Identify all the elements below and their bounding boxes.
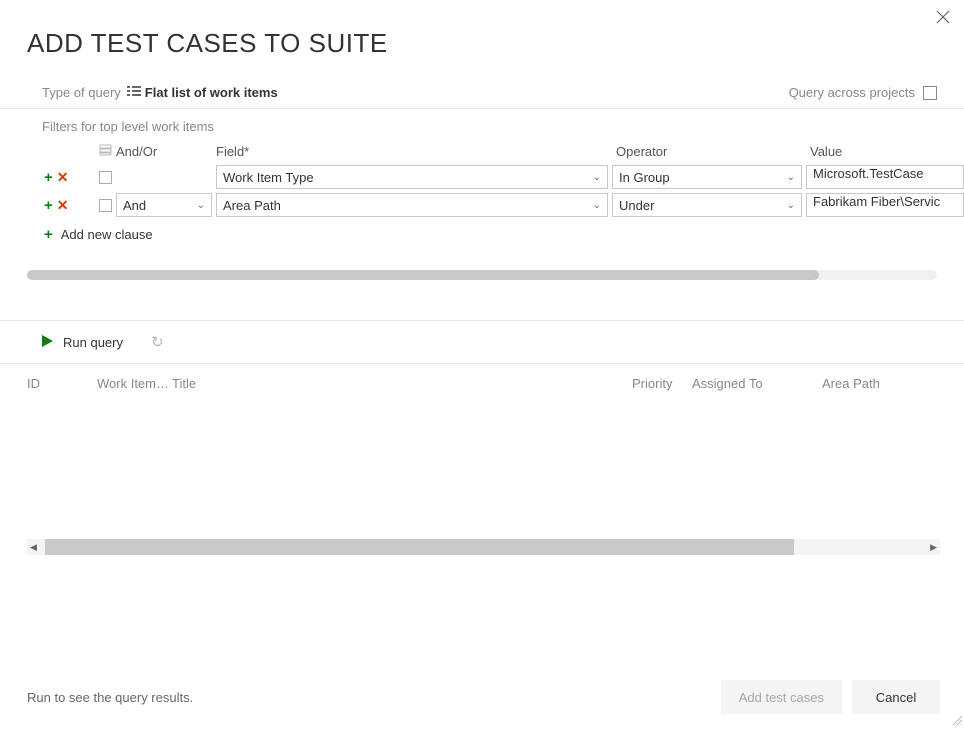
dialog-footer: Run to see the query results. Add test c…	[0, 668, 964, 726]
add-clause-icon[interactable]: +	[44, 198, 53, 213]
col-id[interactable]: ID	[27, 376, 97, 391]
add-new-clause-label: Add new clause	[61, 227, 153, 242]
andor-dropdown[interactable]: And ⌄	[116, 193, 212, 217]
group-clauses-icon[interactable]	[99, 144, 112, 159]
footer-hint: Run to see the query results.	[27, 690, 193, 705]
operator-dropdown[interactable]: In Group ⌄	[612, 165, 802, 189]
row-checkbox[interactable]	[99, 199, 112, 212]
query-across-projects-label: Query across projects	[789, 85, 915, 100]
scroll-right-arrow-icon[interactable]: ▶	[930, 542, 937, 553]
run-query-button[interactable]: Run query	[63, 335, 123, 350]
col-title[interactable]: Title	[172, 376, 632, 391]
field-dropdown[interactable]: Area Path ⌄	[216, 193, 608, 217]
header-operator: Operator	[616, 144, 810, 159]
remove-clause-icon[interactable]: ✕	[57, 198, 69, 212]
filters-section-label: Filters for top level work items	[0, 109, 964, 140]
results-body	[0, 399, 964, 539]
dialog-title: ADD TEST CASES TO SUITE	[0, 0, 964, 77]
chevron-down-icon: ⌄	[787, 200, 795, 211]
query-type-dropdown[interactable]: Flat list of work items	[127, 85, 278, 100]
query-type-value-text: Flat list of work items	[145, 85, 278, 100]
andor-value: And	[123, 198, 146, 213]
query-toolbar: Type of query Flat list of work items Qu…	[0, 77, 964, 109]
operator-value: Under	[619, 198, 654, 213]
filter-row: + ✕ And ⌄ Area Path ⌄ Under ⌄ Fabrikam F…	[42, 191, 964, 219]
header-field: Field*	[216, 144, 616, 159]
col-area-path[interactable]: Area Path	[822, 376, 964, 391]
header-andor: And/Or	[116, 144, 216, 159]
chevron-down-icon: ⌄	[787, 172, 795, 183]
resize-grip-icon[interactable]	[950, 712, 962, 724]
add-new-clause-button[interactable]: + Add new clause	[0, 219, 964, 242]
filter-horizontal-scrollbar[interactable]	[27, 270, 937, 280]
plus-icon: +	[44, 227, 53, 242]
field-value: Area Path	[223, 198, 281, 213]
header-value: Value	[810, 144, 964, 159]
value-input[interactable]: Microsoft.TestCase	[806, 165, 964, 189]
operator-dropdown[interactable]: Under ⌄	[612, 193, 802, 217]
col-assigned-to[interactable]: Assigned To	[692, 376, 822, 391]
run-toolbar: Run query ↻	[0, 321, 964, 364]
value-input[interactable]: Fabrikam Fiber\Servic	[806, 193, 964, 217]
play-icon	[42, 335, 53, 350]
cancel-button[interactable]: Cancel	[852, 680, 940, 714]
col-work-item-type[interactable]: Work Item…	[97, 376, 172, 391]
field-value: Work Item Type	[223, 170, 314, 185]
scroll-left-arrow-icon[interactable]: ◀	[30, 542, 37, 553]
refresh-icon[interactable]: ↻	[151, 333, 164, 351]
row-checkbox[interactable]	[99, 171, 112, 184]
chevron-down-icon: ⌄	[197, 200, 205, 211]
query-across-projects-checkbox[interactable]	[923, 86, 937, 100]
scrollbar-thumb[interactable]	[27, 270, 819, 280]
chevron-down-icon: ⌄	[593, 200, 601, 211]
close-icon[interactable]	[936, 10, 950, 29]
add-test-cases-button[interactable]: Add test cases	[721, 680, 842, 714]
operator-value: In Group	[619, 170, 670, 185]
type-of-query-label: Type of query	[42, 85, 121, 100]
results-horizontal-scrollbar[interactable]: ◀ ▶	[27, 539, 940, 555]
remove-clause-icon[interactable]: ✕	[57, 170, 69, 184]
flat-list-icon	[127, 85, 141, 100]
chevron-down-icon: ⌄	[593, 172, 601, 183]
field-dropdown[interactable]: Work Item Type ⌄	[216, 165, 608, 189]
col-priority[interactable]: Priority	[632, 376, 692, 391]
add-clause-icon[interactable]: +	[44, 170, 53, 185]
filter-row: + ✕ Work Item Type ⌄ In Group ⌄ Microsof…	[42, 163, 964, 191]
filter-grid: And/Or Field* Operator Value + ✕ Work It…	[0, 140, 964, 219]
scrollbar-thumb[interactable]	[45, 539, 794, 555]
results-header: ID Work Item… Title Priority Assigned To…	[0, 364, 964, 399]
